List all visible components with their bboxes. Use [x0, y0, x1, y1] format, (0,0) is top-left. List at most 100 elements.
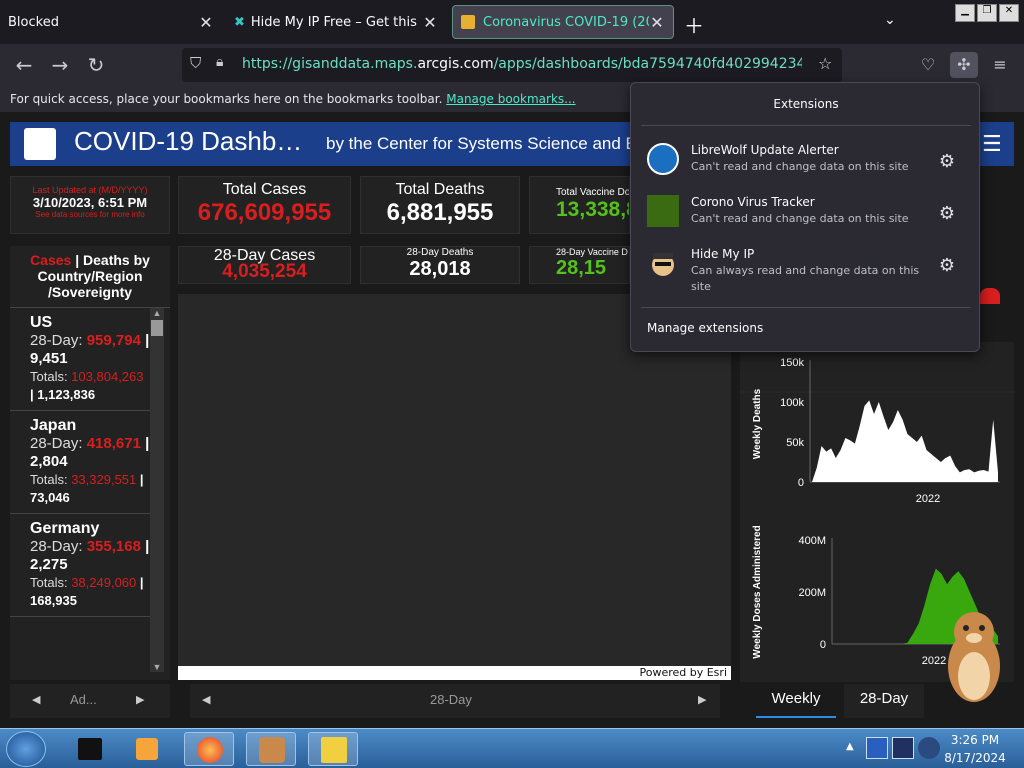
divider — [641, 125, 971, 126]
gear-icon[interactable]: ⚙ — [939, 255, 955, 276]
scroll-up-icon[interactable]: ▲ — [150, 308, 164, 318]
back-arrow-icon[interactable]: ← — [10, 52, 38, 78]
y-tick-label: 100k — [780, 397, 804, 409]
next-page-icon[interactable]: ▶ — [698, 693, 706, 706]
hamster-app-icon[interactable] — [246, 732, 296, 766]
tray-expand-icon[interactable]: ▲ — [846, 741, 854, 752]
jhu-shield-logo-icon — [24, 128, 56, 160]
prev-page-icon[interactable]: ◀ — [32, 693, 40, 706]
forward-arrow-icon[interactable]: → — [46, 52, 74, 78]
tab-hide-my-ip[interactable]: ✖ Hide My IP Free – Get this Exten ✕ — [226, 5, 446, 39]
totals-label: Totals: — [30, 369, 68, 384]
28day-deaths-card: 28-Day Deaths 28,018 — [360, 246, 520, 284]
extension-librewolf[interactable]: LibreWolf Update Alerter Can't read and … — [645, 143, 965, 195]
hamster-mascot-icon[interactable] — [940, 606, 1006, 706]
country-name: US — [30, 314, 53, 331]
prev-page-icon[interactable]: ◀ — [202, 693, 210, 706]
clock-date[interactable]: 8/17/2024 — [940, 751, 1010, 765]
gear-icon[interactable]: ⚙ — [939, 151, 955, 172]
url-text[interactable]: https://gisanddata.maps.arcgis.com/apps/… — [242, 56, 802, 72]
minimize-icon[interactable]: ▁ — [955, 4, 975, 22]
bookmark-star-icon[interactable]: ☆ — [818, 54, 832, 73]
manage-bookmarks-link[interactable]: Manage bookmarks... — [446, 92, 575, 106]
tab-covid-dashboard[interactable]: Coronavirus COVID-19 (2019-nC ✕ — [452, 5, 674, 39]
dashboard-menu-icon[interactable]: ☰ — [982, 132, 1002, 157]
last-updated-note: See data sources for more info — [35, 210, 145, 219]
clock-time[interactable]: 3:26 PM — [940, 733, 1010, 747]
scroll-down-icon[interactable]: ▼ — [150, 662, 164, 672]
next-page-icon[interactable]: ▶ — [136, 693, 144, 706]
url-bar[interactable]: ⛉ 🔒︎ https://gisanddata.maps.arcgis.com/… — [182, 48, 842, 82]
taskbar: ▲ 3:26 PM 8/17/2024 — [0, 728, 1024, 768]
day-cases: 355,168 — [86, 538, 141, 555]
bookmarks-message: For quick access, place your bookmarks h… — [10, 92, 443, 106]
total-deaths-label: Total Deaths — [395, 181, 485, 198]
total-vaccine-card: Total Vaccine Do 13,338,8 — [529, 176, 630, 234]
day-deaths: 2,804 — [30, 453, 68, 470]
totals-label: Totals: — [30, 472, 68, 487]
network-icon[interactable] — [892, 737, 914, 759]
close-icon[interactable]: ✕ — [198, 13, 214, 32]
extension-name: LibreWolf Update Alerter — [691, 143, 839, 157]
extension-hide-my-ip[interactable]: Hide My IP Can always read and change da… — [645, 247, 965, 299]
manage-extensions-link[interactable]: Manage extensions — [647, 321, 763, 335]
total-cases-card: Total Cases 676,609,955 — [178, 176, 351, 234]
totals-cases: 38,249,060 — [71, 575, 137, 590]
shield-icon[interactable]: ⛉ — [190, 54, 201, 72]
list-scrollbar[interactable]: ▲ ▼ — [150, 308, 164, 672]
list-tabs-chevron-icon[interactable]: ⌄ — [884, 12, 896, 28]
totals-deaths: 168,935 — [30, 593, 77, 608]
close-icon[interactable]: ✕ — [649, 13, 665, 32]
total-vaccine-label: Total Vaccine Do — [556, 187, 630, 198]
extensions-puzzle-icon[interactable]: ✣ — [950, 52, 978, 78]
pocket-icon[interactable]: ♡ — [914, 52, 942, 78]
chart1-area — [812, 400, 998, 482]
list-item[interactable]: Japan 28-Day: 418,671 | 2,804 Totals: 33… — [10, 411, 150, 514]
day-cases: 418,671 — [86, 435, 141, 452]
taskbar-app-icon[interactable] — [64, 732, 114, 766]
hidemyip-favicon-icon: ✖ — [234, 14, 245, 30]
notes-app-icon[interactable] — [308, 732, 358, 766]
totals-cases: 103,804,263 — [71, 369, 144, 384]
y-tick-label: 400M — [798, 535, 826, 547]
close-window-icon[interactable]: ✕ — [999, 4, 1019, 22]
reload-icon[interactable]: ↻ — [82, 52, 110, 78]
extension-name: Hide My IP — [691, 247, 755, 261]
28day-vaccine-card: 28-Day Vaccine D 28,15 — [529, 246, 630, 284]
start-button-icon[interactable] — [6, 731, 46, 767]
gear-icon[interactable]: ⚙ — [939, 203, 955, 224]
url-prefix: https://gisanddata.maps. — [242, 56, 418, 72]
librewolf-icon — [647, 143, 679, 175]
28day-vaccine-value: 28,15 — [556, 257, 607, 279]
tray-app-icon[interactable] — [866, 737, 888, 759]
country-list-header: Cases | Deaths by Country/Region /Sovere… — [10, 246, 170, 308]
list-item[interactable]: US 28-Day: 959,794 | 9,451 Totals: 103,8… — [10, 308, 150, 411]
close-icon[interactable]: ✕ — [422, 13, 438, 32]
tab-blocked[interactable]: Blocked ✕ — [0, 5, 222, 39]
totals-label: Totals: — [30, 575, 68, 590]
media-player-icon[interactable] — [122, 732, 172, 766]
last-updated-card: Last Updated at (M/D/YYYY) 3/10/2023, 6:… — [10, 176, 170, 234]
y-tick-label: 50k — [786, 437, 804, 449]
y-tick-label: 150k — [780, 357, 804, 369]
country-list[interactable]: US 28-Day: 959,794 | 9,451 Totals: 103,8… — [10, 308, 170, 672]
scroll-thumb[interactable] — [151, 320, 163, 336]
tab-28day[interactable]: 28-Day — [844, 684, 924, 718]
map-pager-label: 28-Day — [430, 692, 472, 707]
cases-header: Cases — [30, 252, 72, 268]
extension-corono-tracker[interactable]: Corono Virus Tracker Can't read and chan… — [645, 195, 965, 247]
corono-tracker-icon — [647, 195, 679, 227]
day-label: 28-Day: — [30, 435, 83, 452]
partial-red-chart-icon — [980, 288, 1000, 304]
y-tick-label: 0 — [798, 477, 804, 489]
menu-hamburger-icon[interactable]: ≡ — [986, 52, 1014, 78]
firefox-icon[interactable] — [184, 732, 234, 766]
new-tab-icon[interactable]: ＋ — [684, 10, 704, 39]
lock-icon[interactable]: 🔒︎ — [216, 54, 223, 70]
tab-weekly[interactable]: Weekly — [756, 684, 836, 718]
total-deaths-card: Total Deaths 6,881,955 — [360, 176, 520, 234]
list-item[interactable]: Germany 28-Day: 355,168 | 2,275 Totals: … — [10, 514, 150, 617]
restore-icon[interactable]: ❐ — [977, 4, 997, 22]
tray-app-icon[interactable] — [918, 737, 940, 759]
28day-cases-value: 4,035,254 — [222, 261, 307, 282]
